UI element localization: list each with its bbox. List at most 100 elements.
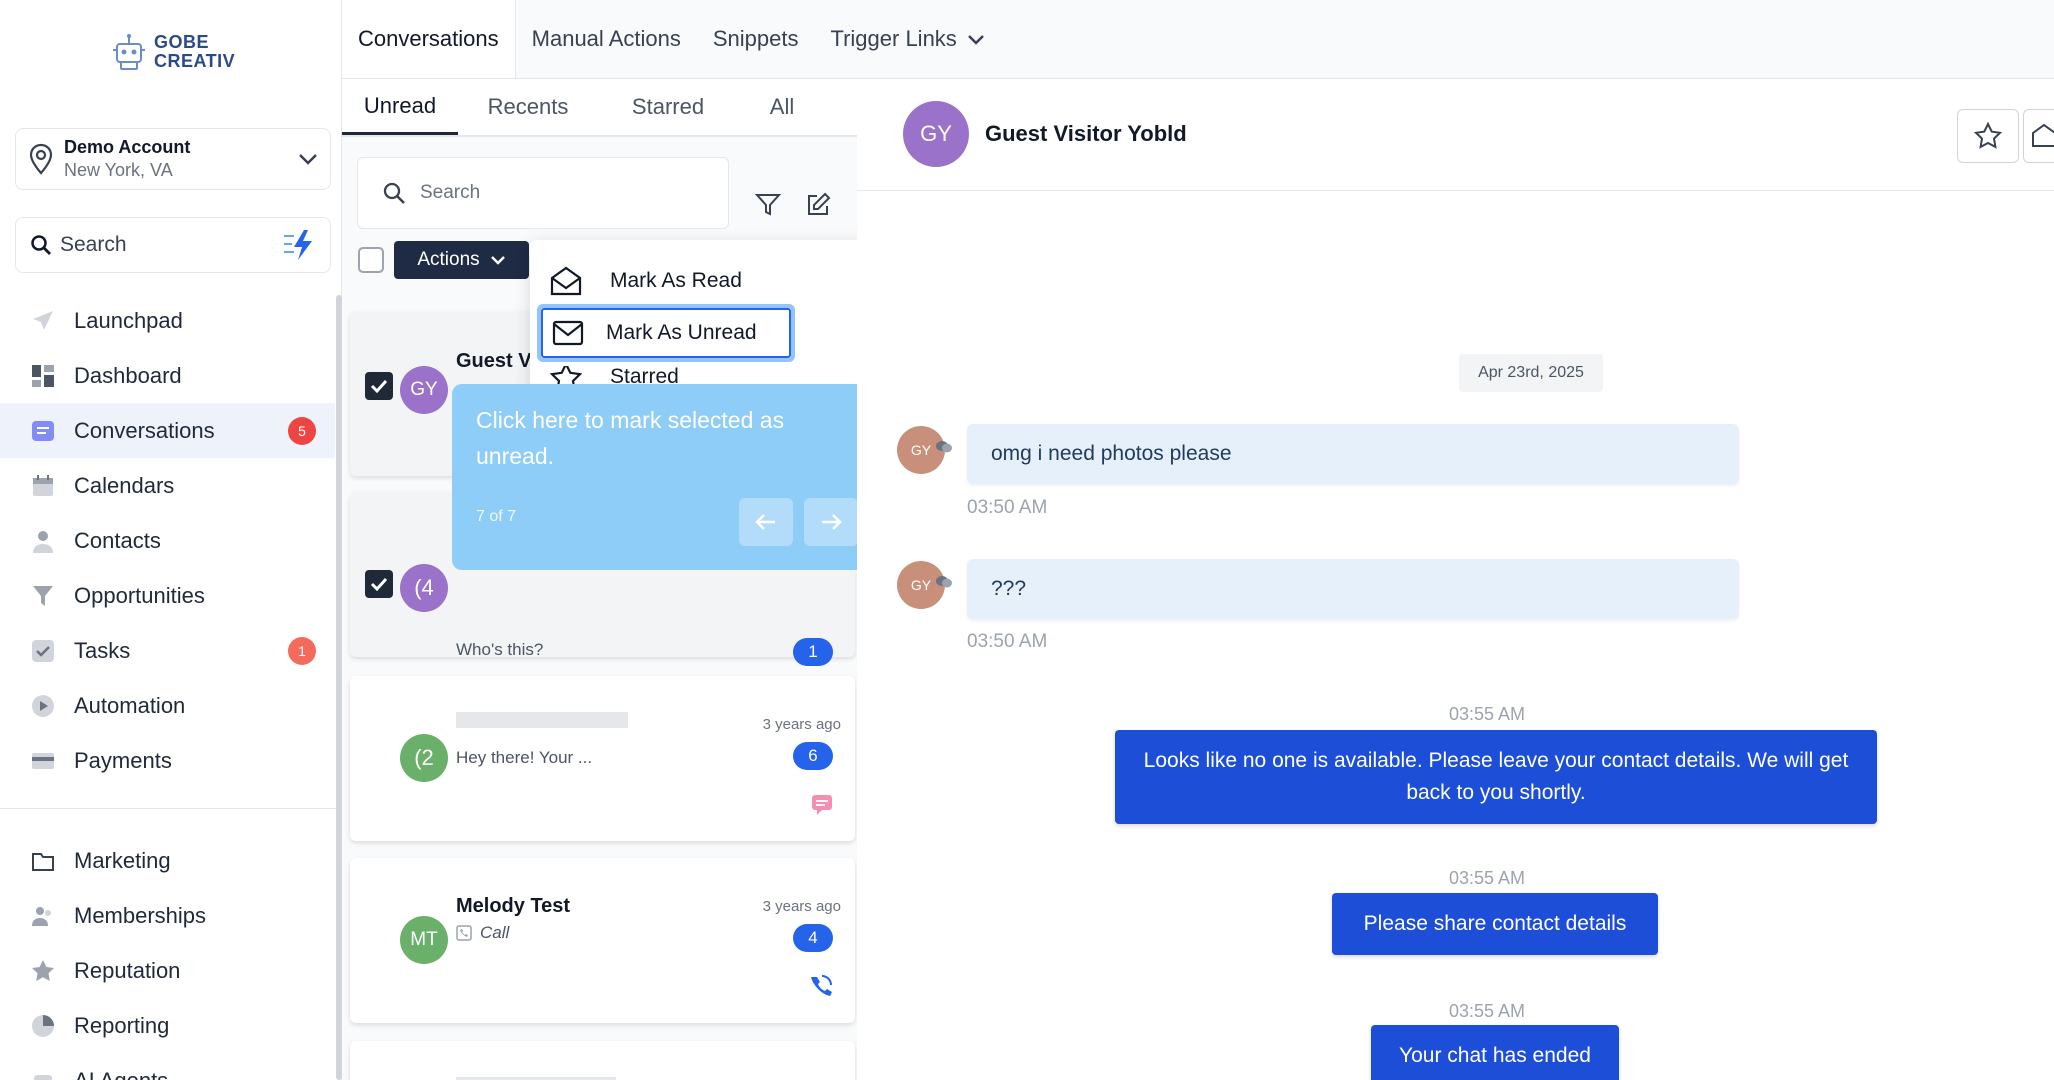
conversation-card[interactable]: (2 Hey there! Your ... 3 years ago 6 [350, 676, 855, 841]
brand-line2: CREATIV [154, 51, 236, 71]
conversation-search-placeholder: Search [420, 182, 481, 203]
quick-action-bolt-icon[interactable] [282, 228, 316, 262]
conversation-search-input[interactable]: Search [357, 157, 729, 229]
account-switcher[interactable]: Demo Account New York, VA [15, 128, 331, 190]
sidebar-item-label: Dashboard [74, 362, 182, 388]
pie-icon [30, 1013, 56, 1039]
incoming-message: ??? [967, 559, 1739, 619]
contact-name: Guest V [456, 350, 532, 372]
message-preview: Who's this? [456, 640, 544, 659]
sidebar-item-dashboard[interactable]: Dashboard [0, 348, 335, 403]
sidebar-item-calendars[interactable]: Calendars [0, 458, 335, 513]
subtab-starred[interactable]: Starred [598, 79, 738, 135]
sidebar-item-label: AI Agents [74, 1067, 169, 1080]
phone-call-icon [807, 974, 833, 1000]
message-time: 03:50 AM [967, 497, 1048, 518]
tooltip-text: Click here to mark selected as unread. [476, 407, 785, 469]
sidebar-item-marketing[interactable]: Marketing [0, 833, 335, 888]
conversation-card[interactable]: MT Melody Test Call 3 years ago 4 [350, 858, 855, 1023]
mark-read-button[interactable] [2023, 109, 2054, 163]
sidebar-nav-secondary: Marketing Memberships Reputation Reporti… [0, 833, 335, 1080]
sidebar-item-label: Launchpad [74, 307, 183, 333]
tab-manual-actions[interactable]: Manual Actions [516, 0, 697, 78]
outgoing-message: Your chat has ended [1371, 1025, 1619, 1080]
menu-item-mark-as-read[interactable]: Mark As Read [550, 266, 742, 296]
search-icon [30, 234, 52, 256]
brand-logo[interactable]: GOBE CREATIV [110, 32, 235, 72]
envelope-open-icon [2031, 123, 2054, 149]
card-checkbox[interactable] [365, 372, 393, 400]
chat-source-icon [936, 440, 952, 454]
message-time: 03:50 AM [967, 631, 1048, 652]
sidebar-item-label: Reputation [74, 957, 181, 983]
select-all-checkbox[interactable] [358, 247, 384, 273]
sidebar-search-placeholder: Search [60, 233, 127, 256]
call-log-icon [456, 925, 472, 941]
card-checkbox[interactable] [365, 570, 393, 598]
tooltip-prev-button[interactable] [739, 498, 793, 546]
contact-avatar: (4 [400, 564, 448, 612]
location-pin-icon [28, 143, 54, 175]
tooltip-step-counter: 7 of 7 [476, 508, 517, 525]
sidebar-item-reputation[interactable]: Reputation [0, 943, 335, 998]
sidebar-item-opportunities[interactable]: Opportunities [0, 568, 335, 623]
redacted-contact-name [456, 712, 628, 728]
chat-header: GY Guest Visitor Yobld [857, 79, 2054, 191]
message-time: 03:55 AM [1449, 1001, 1526, 1021]
tab-snippets[interactable]: Snippets [697, 0, 815, 78]
conversation-card[interactable] [350, 1041, 855, 1080]
menu-item-label: Mark As Read [610, 269, 742, 292]
chevron-down-icon [298, 153, 318, 165]
subtab-all[interactable]: All [738, 79, 826, 135]
tooltip-next-button[interactable] [804, 498, 858, 546]
filter-icon[interactable] [755, 192, 781, 218]
brand-line1: GOBE [154, 32, 210, 52]
sidebar-item-tasks[interactable]: Tasks 1 [0, 623, 335, 678]
last-activity: Call [456, 923, 509, 943]
person-icon [30, 528, 56, 554]
chat-icon [30, 418, 56, 444]
check-icon [30, 638, 56, 664]
sidebar-item-label: Opportunities [74, 582, 205, 608]
sidebar-search[interactable]: Search [15, 217, 331, 273]
search-icon [382, 181, 406, 205]
sidebar-item-payments[interactable]: Payments [0, 733, 335, 788]
menu-item-mark-as-unread[interactable]: Mark As Unread [537, 304, 795, 362]
unread-count-pill: 4 [793, 924, 833, 952]
compose-icon[interactable] [805, 192, 831, 218]
contact-name: Guest Visitor Yobld [985, 121, 1187, 146]
sidebar-item-label: Contacts [74, 527, 161, 553]
sidebar-item-ai-agents[interactable]: AI Agents [0, 1053, 335, 1080]
actions-dropdown-button[interactable]: Actions [394, 241, 529, 279]
tab-trigger-links[interactable]: Trigger Links [814, 0, 1000, 78]
sidebar-divider [0, 808, 336, 809]
tab-conversations[interactable]: Conversations [342, 0, 516, 78]
chat-panel: GY Guest Visitor Yobld Apr 23rd, 2025 GY… [857, 79, 2054, 1080]
sidebar-item-conversations[interactable]: Conversations 5 [0, 403, 335, 458]
star-conversation-button[interactable] [1957, 109, 2019, 163]
chevron-down-icon [490, 255, 506, 265]
sidebar-item-contacts[interactable]: Contacts [0, 513, 335, 568]
conversation-time: 3 years ago [762, 716, 841, 733]
contact-avatar: GY [903, 101, 969, 167]
sidebar-item-automation[interactable]: Automation [0, 678, 335, 733]
outgoing-message: Looks like no one is available. Please l… [1115, 730, 1877, 824]
sidebar-item-reporting[interactable]: Reporting [0, 998, 335, 1053]
message-preview: Hey there! Your ... [456, 748, 593, 767]
folder-icon [30, 848, 56, 874]
subtab-unread[interactable]: Unread [342, 79, 458, 135]
rocket-icon [30, 308, 56, 334]
sidebar-item-label: Memberships [74, 902, 207, 928]
subtab-recents[interactable]: Recents [458, 79, 598, 135]
sidebar-item-label: Automation [74, 692, 186, 718]
sidebar-item-memberships[interactable]: Memberships [0, 888, 335, 943]
robot-logo-icon [110, 32, 148, 72]
unread-count-pill: 1 [793, 638, 833, 666]
people-icon [30, 903, 56, 929]
sidebar-item-launchpad[interactable]: Launchpad [0, 293, 335, 348]
conversation-filter-tabs: Unread Recents Starred All [342, 79, 857, 137]
contact-avatar: MT [400, 916, 448, 964]
account-location: New York, VA [64, 160, 173, 180]
date-separator: Apr 23rd, 2025 [1459, 354, 1603, 392]
envelope-open-icon [550, 266, 582, 296]
